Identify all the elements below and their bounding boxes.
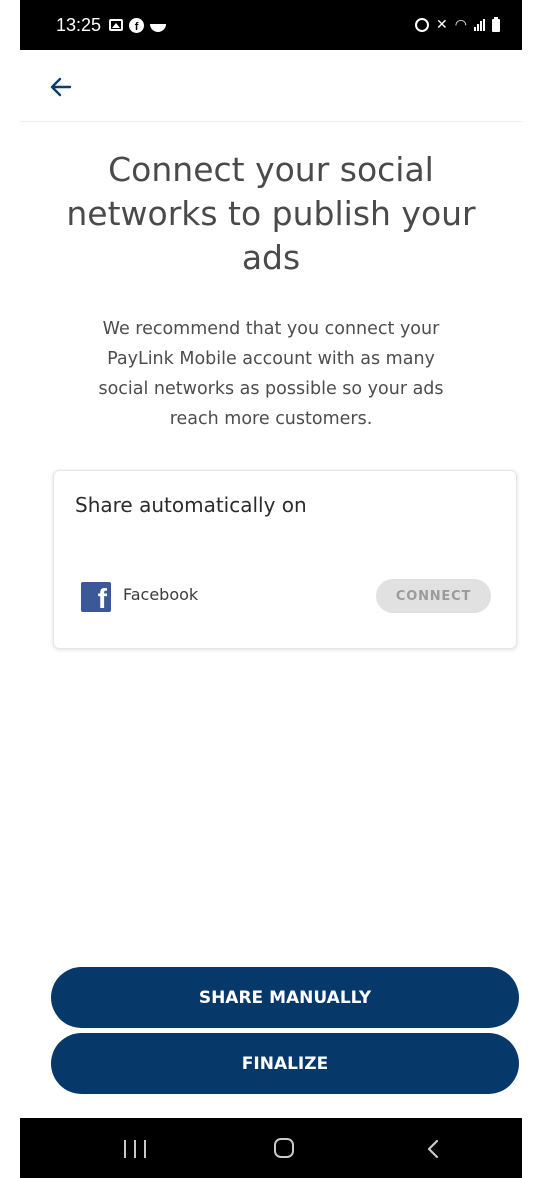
network-label-facebook: Facebook [123,585,199,604]
signal-icon [474,19,485,31]
home-icon[interactable] [274,1138,294,1158]
page-title: Connect your social networks to publish … [66,150,476,277]
mute-icon: ✕ [436,17,448,33]
wifi-icon: ◠ [454,17,467,33]
page-description: We recommend that you connect your PayLi… [98,319,444,429]
system-nav-bar [20,1118,522,1178]
status-left: 13:25 f [56,14,167,36]
back-button[interactable] [48,74,74,100]
screen: 13:25 f ✕ ◠ Connect your social networks… [0,0,542,1178]
share-automatically-card: Share automatically on f Facebook CONNEC… [53,470,517,649]
arrow-left-icon [50,77,72,97]
status-time: 13:25 [56,14,102,35]
back-icon[interactable] [424,1138,444,1160]
notification-icons: f [109,17,167,33]
facebook-logo-icon: f [81,582,111,612]
facebook-icon: f [129,17,145,33]
status-bar: 13:25 f ✕ ◠ [20,0,522,50]
card-heading: Share automatically on [75,493,307,517]
bowl-icon [150,24,167,32]
gallery-icon [109,19,124,31]
finalize-button[interactable]: FINALIZE [51,1033,519,1094]
battery-icon [492,16,500,32]
app-header [20,50,522,122]
connect-facebook-button[interactable]: CONNECT [376,579,491,613]
system-icons: ✕ ◠ [415,16,500,33]
recent-apps-icon[interactable] [124,1140,146,1158]
share-manually-button[interactable]: SHARE MANUALLY [51,967,519,1028]
chevron-left-icon [427,1139,439,1159]
alarm-icon [415,18,430,32]
